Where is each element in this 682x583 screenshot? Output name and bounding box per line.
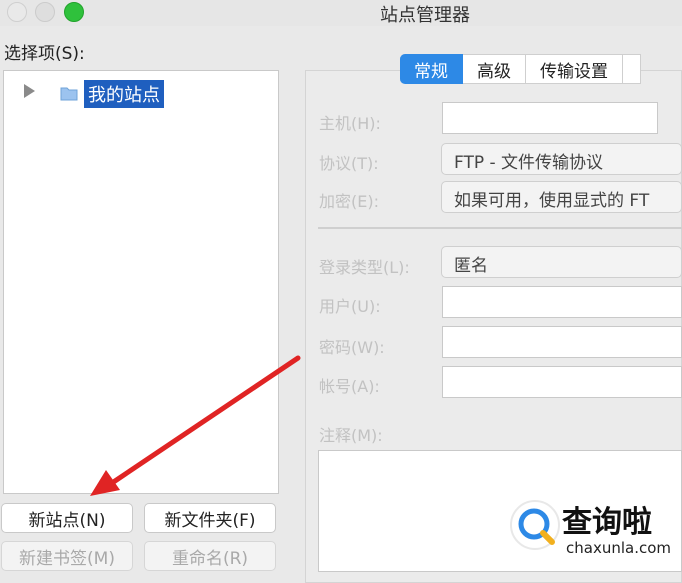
watermark-url: chaxunla.com [566, 539, 671, 557]
watermark-logo [510, 500, 560, 550]
watermark-name: 查询啦 [562, 505, 652, 540]
annotation-arrow [90, 355, 301, 496]
magnifier-logo-icon [518, 508, 555, 545]
